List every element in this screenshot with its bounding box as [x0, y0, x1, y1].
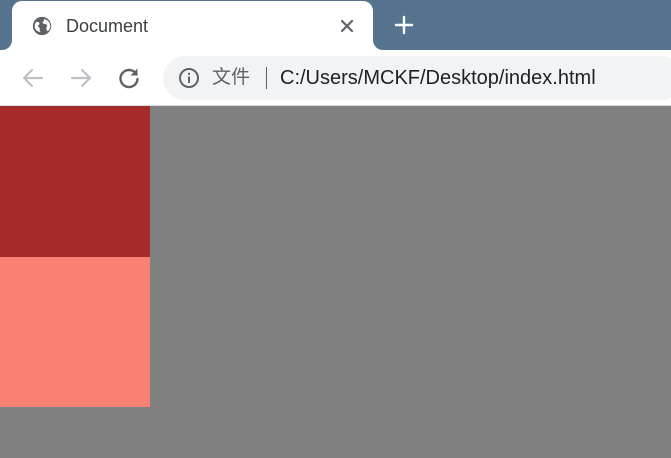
- globe-icon: [32, 16, 52, 36]
- browser-window: Document 文件 C:/Users/MCKF/Desktop/index.…: [0, 0, 671, 458]
- plus-icon[interactable]: [394, 15, 414, 35]
- brown-box: [0, 106, 150, 257]
- tab-document[interactable]: Document: [12, 1, 373, 50]
- security-label[interactable]: 文件: [212, 67, 250, 89]
- tab-strip: Document: [0, 0, 671, 50]
- toolbar: 文件 C:/Users/MCKF/Desktop/index.html: [0, 50, 671, 106]
- close-icon[interactable]: [338, 17, 356, 35]
- arrow-left-icon[interactable]: [20, 65, 46, 91]
- url-text[interactable]: C:/Users/MCKF/Desktop/index.html: [280, 66, 596, 90]
- page-viewport: [0, 106, 671, 458]
- salmon-box: [0, 257, 150, 407]
- omnibox-divider: [266, 67, 267, 89]
- info-icon[interactable]: [178, 67, 200, 89]
- tab-title: Document: [66, 16, 149, 36]
- reload-icon[interactable]: [116, 65, 142, 91]
- address-bar[interactable]: 文件 C:/Users/MCKF/Desktop/index.html: [163, 56, 671, 100]
- arrow-right-icon[interactable]: [68, 65, 94, 91]
